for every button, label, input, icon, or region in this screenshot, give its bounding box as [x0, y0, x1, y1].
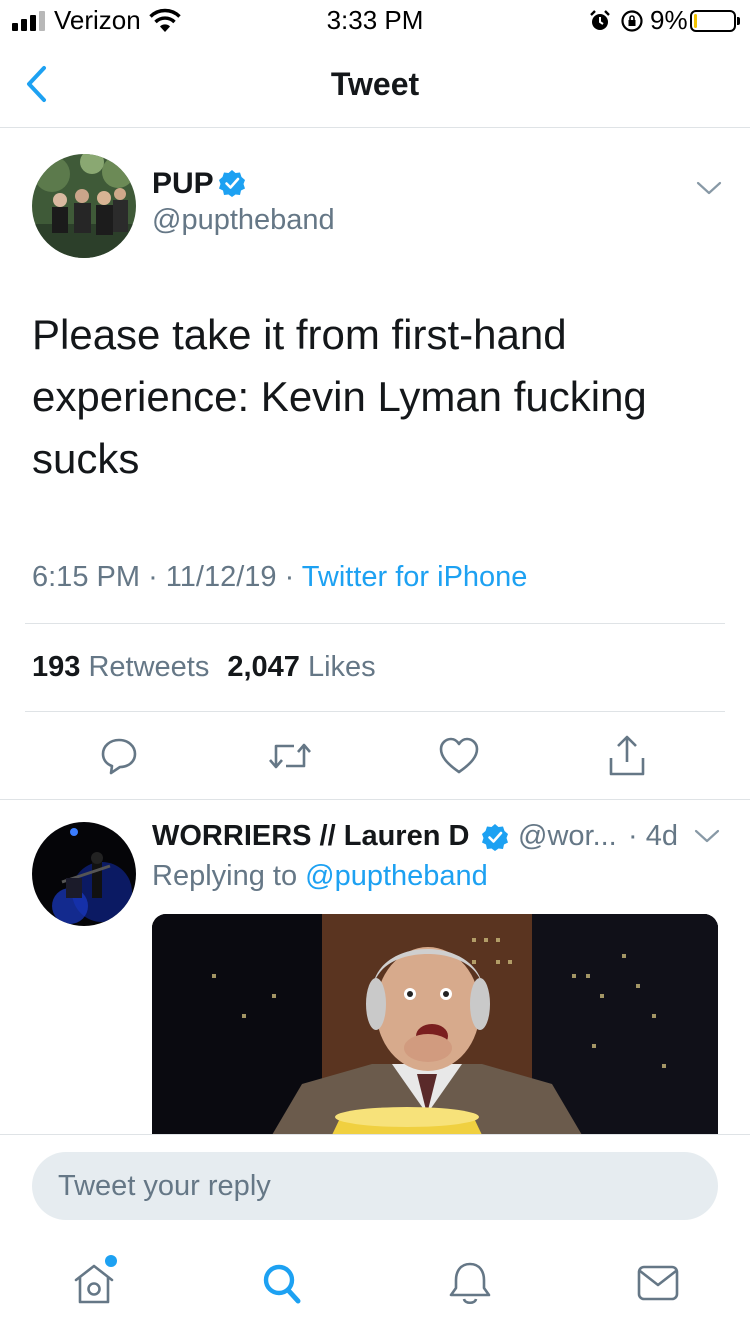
like-icon[interactable] — [438, 736, 480, 776]
notifications-icon[interactable] — [440, 1258, 500, 1308]
reply-author-name[interactable]: WORRIERS // Lauren D — [152, 820, 469, 852]
replying-prefix: Replying to — [152, 860, 298, 892]
meta-separator: · — [284, 561, 302, 593]
battery-nub — [737, 17, 740, 25]
tweet-stats: 193 Retweets 2,047 Likes — [32, 651, 376, 684]
verified-badge-icon — [219, 170, 245, 197]
share-icon[interactable] — [606, 734, 648, 778]
reply-author-avatar[interactable] — [32, 822, 136, 926]
author-avatar[interactable] — [32, 154, 136, 258]
alarm-icon — [590, 10, 610, 30]
meta-separator: · — [148, 561, 166, 593]
likes-stat[interactable]: 2,047 Likes — [227, 651, 375, 683]
reply-author-handle[interactable]: @wor... — [518, 820, 617, 853]
battery-icon — [690, 10, 736, 32]
tweet-meta: 6:15 PM · 11/12/19 · Twitter for iPhone — [32, 561, 527, 594]
page-title: Tweet — [330, 66, 420, 102]
chevron-down-icon[interactable] — [696, 178, 722, 198]
author-name[interactable]: PUP — [152, 167, 214, 201]
retweets-stat[interactable]: 193 Retweets — [32, 651, 209, 683]
likes-label: Likes — [307, 651, 376, 683]
reply-media-gif[interactable] — [152, 914, 718, 1135]
tweet-date: 11/12/19 — [165, 561, 277, 593]
replying-to: Replying to @puptheband — [152, 860, 488, 893]
retweets-count: 193 — [32, 651, 81, 683]
home-icon[interactable] — [64, 1258, 124, 1308]
status-bar: Verizon 3:33 PM 9% — [0, 0, 750, 40]
verified-badge-icon — [482, 824, 508, 851]
battery-level-fill — [694, 14, 697, 28]
tweet-text: Please take it from first-hand experienc… — [32, 311, 647, 482]
reply-icon[interactable] — [99, 736, 139, 776]
retweet-icon[interactable] — [266, 736, 314, 776]
avatar-photo — [32, 154, 136, 258]
divider — [25, 623, 725, 624]
messages-icon[interactable] — [628, 1258, 688, 1308]
gif-frame — [152, 914, 718, 1135]
replying-mention-link[interactable]: @puptheband — [305, 860, 488, 892]
author-handle[interactable]: @puptheband — [152, 204, 335, 237]
divider — [0, 799, 750, 800]
chevron-down-icon[interactable] — [694, 826, 720, 846]
avatar-photo — [32, 822, 136, 926]
tweet-source-link[interactable]: Twitter for iPhone — [302, 561, 528, 593]
battery-percent: 9% — [650, 5, 688, 35]
search-icon[interactable] — [252, 1258, 312, 1308]
reply-header: WORRIERS // Lauren D — [152, 820, 469, 853]
divider — [25, 711, 725, 712]
likes-count: 2,047 — [227, 651, 300, 683]
tweet-time: 6:15 PM — [32, 561, 140, 593]
reply-input[interactable] — [32, 1152, 718, 1220]
rotation-lock-icon — [621, 10, 643, 32]
reply-age: · 4d — [628, 820, 678, 852]
home-new-indicator — [105, 1255, 117, 1267]
retweets-label: Retweets — [88, 651, 210, 683]
nav-bar: Tweet — [0, 40, 750, 128]
